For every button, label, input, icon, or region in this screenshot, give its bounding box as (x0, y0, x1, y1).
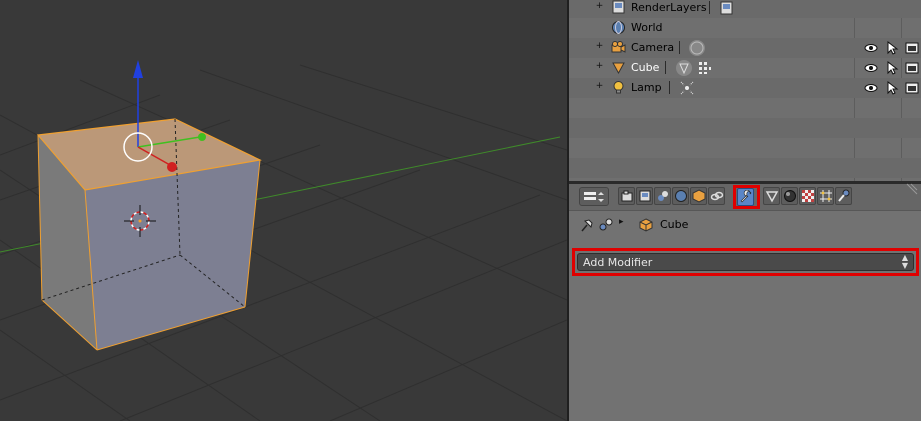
outliner-item-label: World (631, 21, 663, 34)
outliner-empty-row (569, 138, 921, 158)
scene-icon (598, 217, 614, 236)
editor-type-menu-button[interactable] (579, 187, 609, 206)
visibility-eye-icon[interactable] (864, 81, 878, 95)
tab-scene[interactable] (654, 187, 671, 205)
separator (669, 81, 670, 94)
add-modifier-label: Add Modifier (583, 256, 653, 269)
area-corner-handle[interactable] (905, 182, 919, 196)
selectable-cursor-icon[interactable] (885, 60, 899, 75)
expand-icon (595, 22, 604, 31)
expand-icon[interactable]: + (595, 2, 604, 11)
material-grid-icon[interactable] (697, 60, 713, 76)
separator (665, 61, 666, 74)
outliner-item-label: RenderLayers (631, 1, 707, 14)
selectable-cursor-icon[interactable] (885, 40, 899, 55)
camera-object-icon (611, 40, 626, 55)
tab-particles[interactable] (817, 187, 834, 205)
visibility-eye-icon[interactable] (864, 61, 878, 75)
render-layers-icon (611, 0, 626, 15)
add-modifier-dropdown[interactable]: Add Modifier ▲ ▼ (577, 253, 914, 271)
outliner-item-renderlayers[interactable]: + RenderLayers (569, 0, 921, 18)
properties-tab-bar (569, 182, 921, 211)
object-icon (639, 218, 653, 235)
expand-icon[interactable]: + (595, 42, 604, 51)
breadcrumb-object-name: Cube (660, 218, 689, 231)
selectable-cursor-icon[interactable] (885, 80, 899, 95)
outliner-panel: + RenderLayers World + Camera + Cube + L… (569, 0, 921, 181)
tab-physics[interactable] (835, 187, 852, 205)
tab-render-layers[interactable] (636, 187, 653, 205)
render-camera-icon[interactable] (905, 81, 919, 95)
breadcrumb-chevron-icon: ▸ (619, 217, 624, 227)
3d-viewport[interactable] (0, 0, 567, 421)
lamp-data-icon[interactable] (679, 80, 695, 96)
world-icon (611, 20, 626, 35)
tab-material[interactable] (781, 187, 798, 205)
tab-render[interactable] (618, 187, 635, 205)
separator (679, 41, 680, 54)
outliner-item-label: Cube (631, 61, 660, 74)
dropdown-updown-icon: ▲ ▼ (901, 253, 908, 270)
outliner-empty-row (569, 118, 921, 138)
outliner-empty-row (569, 98, 921, 118)
outliner-item-label: Camera (631, 41, 675, 54)
lamp-object-icon (611, 80, 626, 95)
camera-data-icon[interactable] (689, 40, 705, 56)
breadcrumb: ▸ Cube (569, 214, 921, 236)
outliner-item-lamp[interactable]: + Lamp (569, 78, 921, 98)
modifiers-tab-highlight (733, 185, 760, 209)
tab-constraints[interactable] (708, 187, 725, 205)
tab-data[interactable] (763, 187, 780, 205)
render-camera-icon[interactable] (905, 41, 919, 55)
properties-editor: ▸ Cube Add Modifier ▲ ▼ (569, 182, 921, 421)
outliner-item-world[interactable]: World (569, 18, 921, 38)
render-layer-sub-icon[interactable] (719, 0, 735, 16)
outliner-item-camera[interactable]: + Camera (569, 38, 921, 58)
outliner-item-label: Lamp (631, 81, 662, 94)
tab-texture[interactable] (799, 187, 816, 205)
render-camera-icon[interactable] (905, 61, 919, 75)
mesh-object-icon (611, 60, 626, 75)
outliner-item-cube[interactable]: + Cube (569, 58, 921, 78)
tab-object[interactable] (690, 187, 707, 205)
separator (709, 1, 710, 14)
expand-icon[interactable]: + (595, 62, 604, 71)
outliner-empty-row (569, 158, 921, 178)
visibility-eye-icon[interactable] (864, 41, 878, 55)
pin-icon[interactable] (579, 217, 595, 236)
mesh-data-icon[interactable] (676, 60, 692, 76)
tab-world[interactable] (672, 187, 689, 205)
expand-icon[interactable]: + (595, 82, 604, 91)
